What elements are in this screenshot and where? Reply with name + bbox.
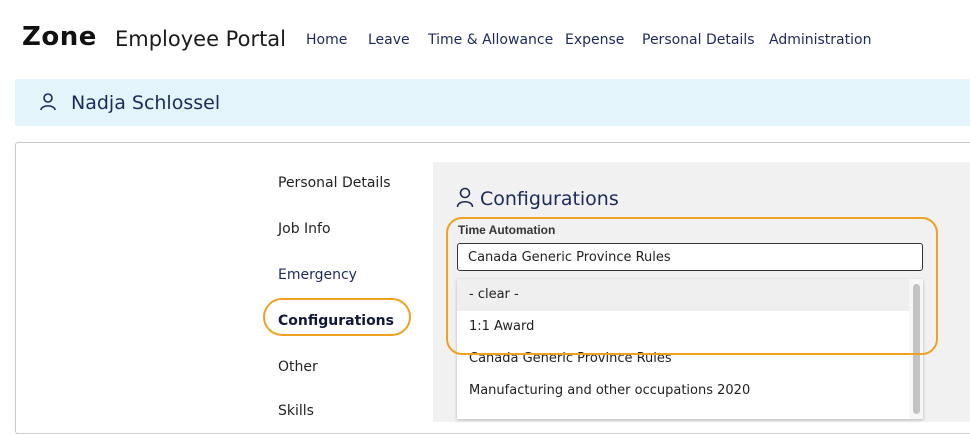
time-automation-select[interactable]: Canada Generic Province Rules bbox=[457, 243, 923, 271]
dropdown-option-clear[interactable]: - clear - bbox=[457, 279, 909, 311]
employee-banner: Nadja Schlossel bbox=[15, 79, 970, 126]
brand-product-name: Employee Portal bbox=[115, 27, 287, 51]
dropdown-option-canada-generic[interactable]: Canada Generic Province Rules bbox=[457, 343, 909, 375]
dropdown-scroll-thumb[interactable] bbox=[913, 284, 920, 414]
dropdown-option-manufacturing[interactable]: Manufacturing and other occupations 2020 bbox=[457, 375, 909, 407]
dropdown-scrollbar[interactable] bbox=[909, 279, 923, 419]
nav-administration[interactable]: Administration bbox=[769, 32, 871, 48]
menu-item-emergency[interactable]: Emergency bbox=[278, 267, 357, 283]
user-icon bbox=[456, 186, 474, 213]
menu-item-other[interactable]: Other bbox=[278, 359, 318, 375]
nav-leave[interactable]: Leave bbox=[368, 32, 410, 48]
menu-item-skills[interactable]: Skills bbox=[278, 403, 314, 419]
employee-name: Nadja Schlossel bbox=[71, 92, 221, 114]
user-icon bbox=[39, 93, 57, 116]
nav-home[interactable]: Home bbox=[306, 32, 347, 48]
menu-item-personal-details[interactable]: Personal Details bbox=[278, 175, 391, 191]
section-title: Configurations bbox=[480, 188, 619, 210]
dropdown-option-1-1-award[interactable]: 1:1 Award bbox=[457, 311, 909, 343]
menu-item-job-info[interactable]: Job Info bbox=[278, 221, 331, 237]
configurations-highlight bbox=[263, 298, 411, 336]
app-header: Zone Employee Portal Home Leave Time & A… bbox=[0, 0, 970, 78]
time-automation-dropdown: - clear - 1:1 Award Canada Generic Provi… bbox=[457, 279, 923, 419]
nav-expense[interactable]: Expense bbox=[565, 32, 624, 48]
brand-logo[interactable]: Zone bbox=[22, 22, 97, 52]
nav-time-allowance[interactable]: Time & Allowance bbox=[428, 32, 553, 48]
nav-personal-details[interactable]: Personal Details bbox=[642, 32, 755, 48]
time-automation-value: Canada Generic Province Rules bbox=[468, 250, 671, 265]
time-automation-label: Time Automation bbox=[458, 223, 556, 237]
